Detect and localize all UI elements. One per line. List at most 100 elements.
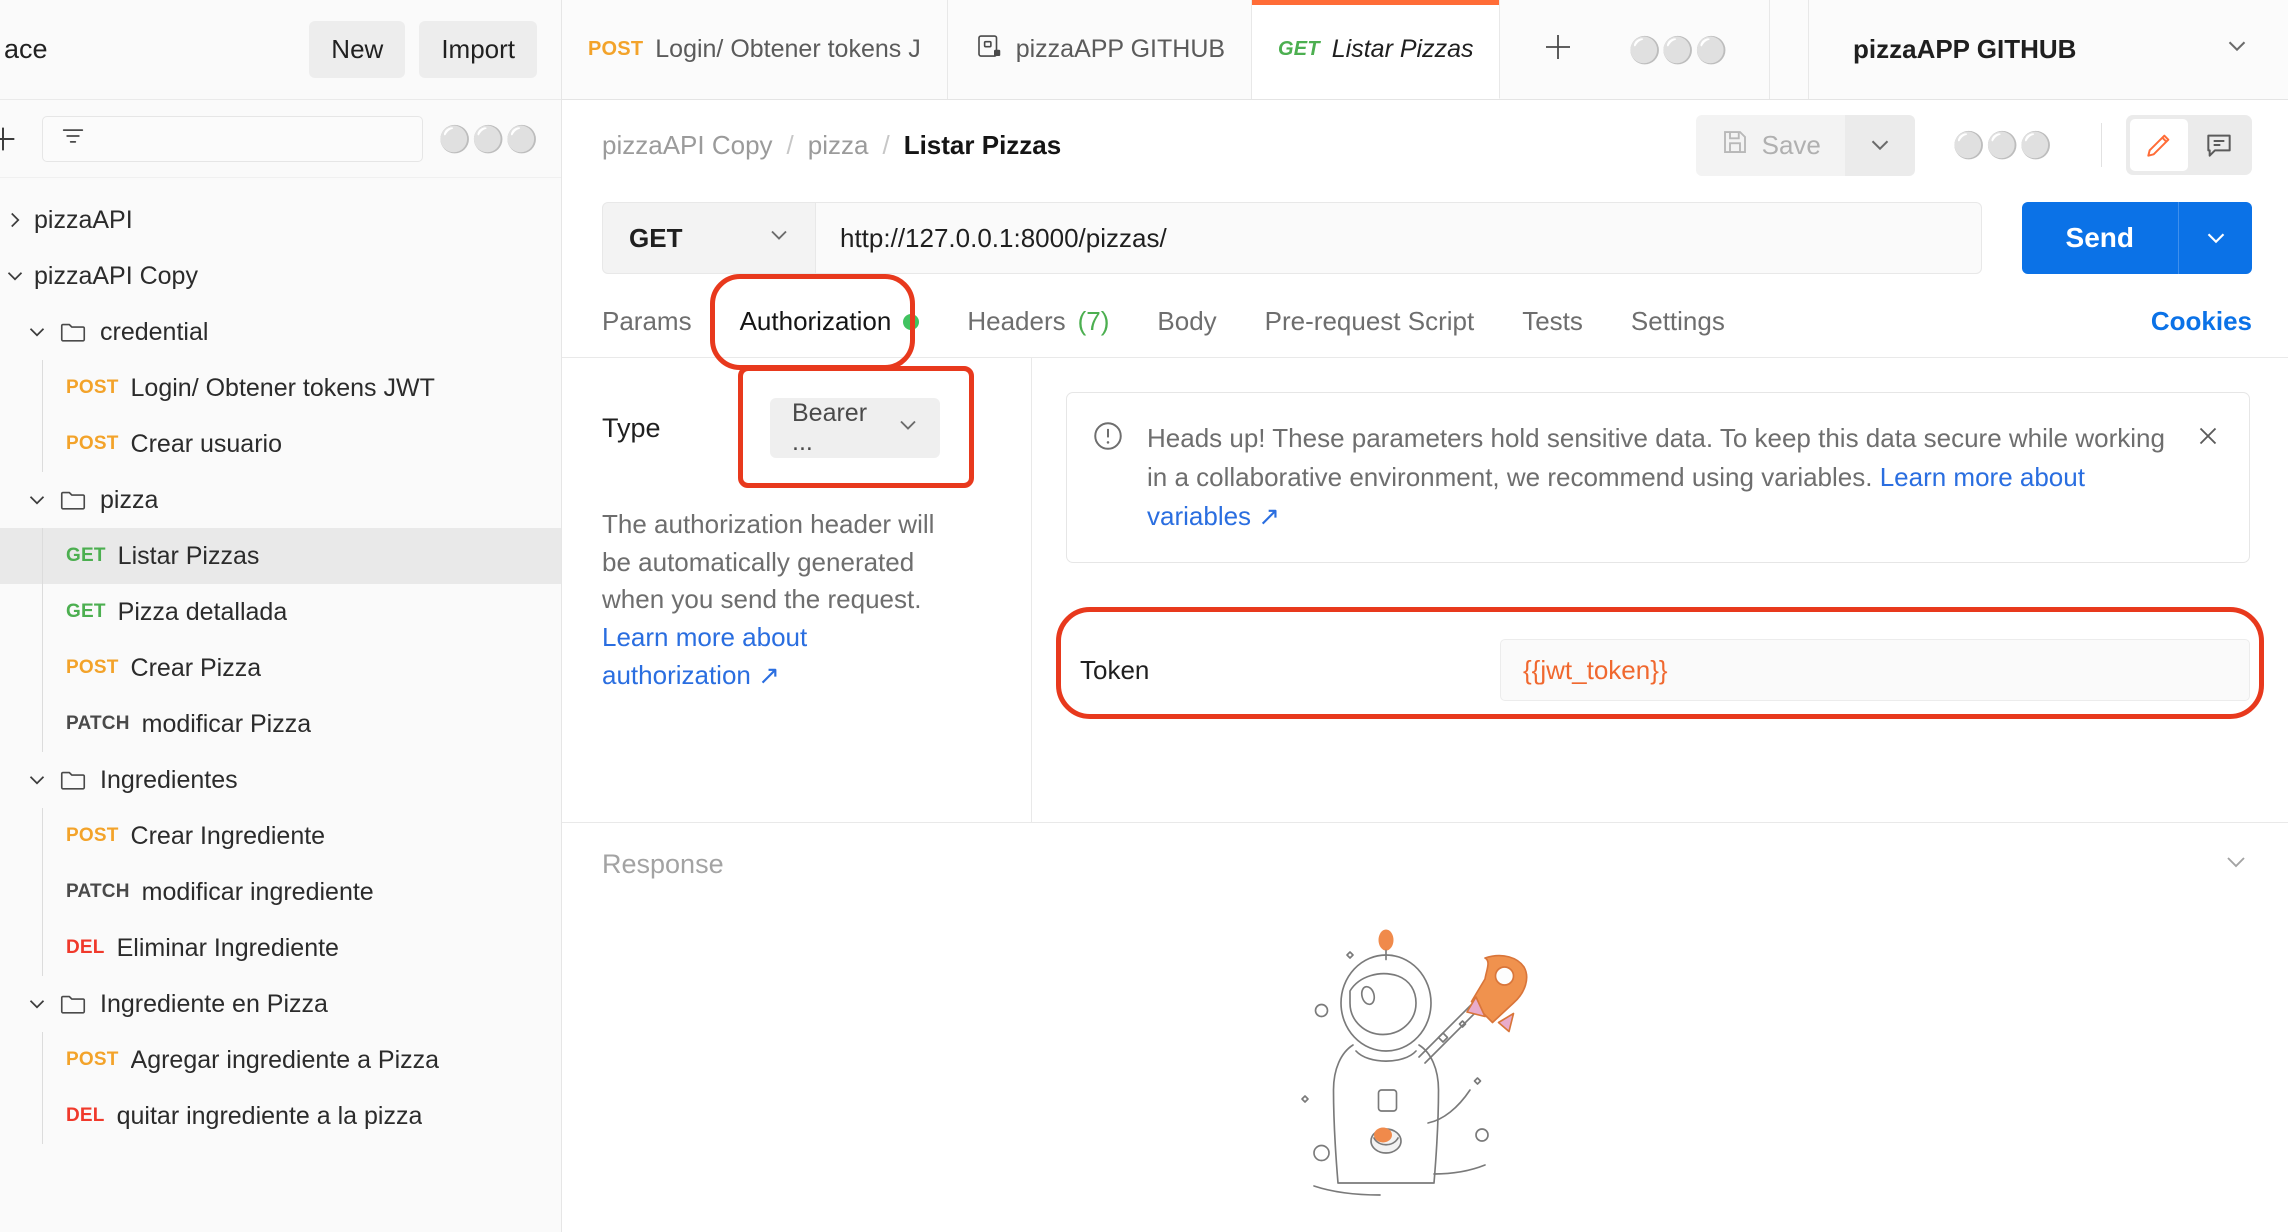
sidebar-more-icon[interactable]: ⚪⚪⚪	[439, 126, 539, 152]
http-method-badge: GET	[1278, 37, 1320, 60]
import-button[interactable]: Import	[419, 21, 537, 78]
pencil-icon[interactable]	[2130, 119, 2188, 171]
breadcrumb-separator: /	[786, 129, 794, 160]
save-label: Save	[1761, 129, 1821, 160]
sidebar-request-quitar-ingrediente-a-la-pizza[interactable]: DEL quitar ingrediente a la pizza	[0, 1088, 561, 1144]
sidebar-request-agregar-ingrediente-a-pizza[interactable]: POST Agregar ingrediente a Pizza	[0, 1032, 561, 1088]
new-tab-icon[interactable]	[1540, 29, 1576, 70]
close-icon[interactable]	[2193, 419, 2223, 456]
sidebar-request-crear-pizza[interactable]: POST Crear Pizza	[0, 640, 561, 696]
http-method-badge: POST	[66, 1049, 119, 1070]
sidebar-collection-label: pizzaAPI	[34, 205, 133, 234]
sidebar-request-label: Login/ Obtener tokens JWT	[130, 373, 435, 402]
sidebar-folder-ingredientes[interactable]: Ingredientes	[0, 752, 561, 808]
token-label: Token	[1080, 654, 1150, 685]
sidebar-request-pizza-detallada[interactable]: GET Pizza detallada	[0, 584, 561, 640]
sidebar-request-modificar-pizza[interactable]: PATCH modificar Pizza	[0, 696, 561, 752]
sidebar-request-eliminar-ingrediente[interactable]: DEL Eliminar Ingrediente	[0, 920, 561, 976]
http-method-selector[interactable]: GET	[602, 202, 816, 274]
open-tab-label: Login/ Obtener tokens J	[655, 35, 921, 63]
send-button[interactable]: Send	[2021, 202, 2178, 274]
sidebar-request-listar-pizzas[interactable]: GET Listar Pizzas	[0, 528, 561, 584]
http-method-badge: POST	[588, 38, 644, 60]
request-tab-label: Headers	[967, 306, 1066, 336]
send-group: Send	[2021, 202, 2252, 274]
url-input[interactable]: http://127.0.0.1:8000/pizzas/	[816, 202, 1982, 274]
auth-type-label: Type	[602, 412, 661, 443]
comment-icon[interactable]	[2190, 119, 2248, 171]
sidebar-request-login-obtener-tokens-jwt[interactable]: POST Login/ Obtener tokens JWT	[0, 360, 561, 416]
url-value: http://127.0.0.1:8000/pizzas/	[840, 222, 1167, 253]
folder-icon	[56, 765, 90, 795]
sidebar-request-crear-usuario[interactable]: POST Crear usuario	[0, 416, 561, 472]
breadcrumb-item-folder[interactable]: pizza	[808, 130, 869, 161]
tree-guide-line	[42, 416, 43, 472]
save-options-caret[interactable]	[1844, 114, 1915, 176]
tab-more-icon[interactable]: ⚪⚪⚪	[1628, 37, 1728, 63]
tab-strip-spacer	[1769, 0, 1808, 99]
response-pane: Response	[562, 822, 2288, 1232]
request-tab-body[interactable]: Body	[1133, 286, 1240, 357]
tree-guide-line	[42, 1088, 43, 1144]
http-method-badge: DEL	[66, 937, 105, 958]
learn-more-authorization-link[interactable]: Learn more about authorization ↗	[602, 619, 952, 694]
folder-icon	[56, 485, 90, 515]
add-icon[interactable]	[0, 122, 26, 156]
floppy-disk-icon	[1720, 127, 1750, 164]
tree-guide-line	[42, 696, 43, 752]
tree-guide-line	[42, 528, 43, 584]
tree-guide-line	[42, 1032, 43, 1088]
save-button[interactable]: Save	[1695, 114, 1845, 176]
request-tab-label: Pre-request Script	[1264, 306, 1475, 336]
request-tab-authorization[interactable]: Authorization	[716, 286, 944, 357]
auth-description-text: The authorization header will be automat…	[602, 509, 935, 615]
request-tab-settings[interactable]: Settings	[1607, 286, 1749, 357]
breadcrumb-item-collection[interactable]: pizzaAPI Copy	[602, 130, 773, 161]
sidebar-request-label: Agregar ingrediente a Pizza	[130, 1045, 440, 1074]
auth-type-value: Bearer ...	[792, 399, 868, 456]
token-input[interactable]: {{jwt_token}}	[1500, 639, 2250, 701]
cookies-link[interactable]: Cookies	[2151, 306, 2252, 337]
chevron-right-icon[interactable]	[0, 207, 34, 233]
token-row: Token {{jwt_token}}	[1056, 607, 2264, 725]
chevron-down-icon[interactable]	[18, 487, 56, 513]
open-tab-listar-pizzas[interactable]: GET Listar Pizzas	[1252, 0, 1501, 99]
response-collapse-icon[interactable]	[2220, 846, 2252, 883]
environment-name: pizzaAPP GITHUB	[1853, 34, 2077, 64]
open-tab-pizzaapp-github[interactable]: pizzaAPP GITHUB	[947, 0, 1253, 99]
request-more-icon[interactable]: ⚪⚪⚪	[1953, 132, 2053, 158]
main-area: POST Login/ Obtener tokens J pizzaAPP GITH…	[562, 0, 2288, 1232]
filter-input[interactable]	[42, 115, 423, 162]
sidebar-folder-pizza[interactable]: pizza	[0, 472, 561, 528]
auth-type-selector[interactable]: Bearer ...	[770, 398, 940, 458]
http-method-badge: POST	[66, 433, 119, 454]
send-options-caret[interactable]	[2178, 202, 2252, 274]
chevron-down-icon[interactable]	[18, 767, 56, 793]
environment-selector[interactable]: pizzaAPP GITHUB	[1808, 0, 2288, 99]
tab-strip: POST Login/ Obtener tokens J pizzaAPP GITH…	[562, 0, 2288, 100]
request-tab-label: Params	[602, 306, 692, 336]
sidebar-request-modificar-ingrediente[interactable]: PATCH modificar ingrediente	[0, 864, 561, 920]
sidebar-folder-credential[interactable]: credential	[0, 304, 561, 360]
sidebar-request-crear-ingrediente[interactable]: POST Crear Ingrediente	[0, 808, 561, 864]
chevron-down-icon[interactable]	[18, 319, 56, 345]
sidebar-collection-pizzaapi-copy[interactable]: pizzaAPI Copy	[0, 248, 561, 304]
http-method-badge: GET	[66, 601, 106, 622]
open-tab-login-obtener-tokens-j[interactable]: POST Login/ Obtener tokens J	[562, 0, 948, 99]
postman-window: ace New Import ⚪⚪⚪ pizzaAPI pizzaAPI Copy…	[0, 0, 2288, 1232]
request-tab-label: Authorization	[739, 306, 892, 336]
request-tab-pre-request-script[interactable]: Pre-request Script	[1241, 286, 1499, 357]
request-tab-tests[interactable]: Tests	[1498, 286, 1607, 357]
sidebar-collection-pizzaapi[interactable]: pizzaAPI	[0, 192, 561, 248]
workspace-header: ace New Import	[0, 0, 561, 100]
chevron-down-icon	[765, 221, 793, 256]
request-tab-headers[interactable]: Headers (7)	[943, 286, 1133, 357]
sidebar-request-label: modificar Pizza	[141, 709, 312, 738]
open-tab-label: Listar Pizzas	[1331, 34, 1474, 63]
http-method-badge: PATCH	[66, 881, 130, 902]
chevron-down-icon[interactable]	[18, 991, 56, 1017]
chevron-down-icon[interactable]	[0, 263, 34, 289]
new-button[interactable]: New	[309, 21, 406, 78]
request-tab-params[interactable]: Params	[602, 286, 716, 357]
sidebar-folder-ingrediente-en-pizza[interactable]: Ingrediente en Pizza	[0, 976, 561, 1032]
